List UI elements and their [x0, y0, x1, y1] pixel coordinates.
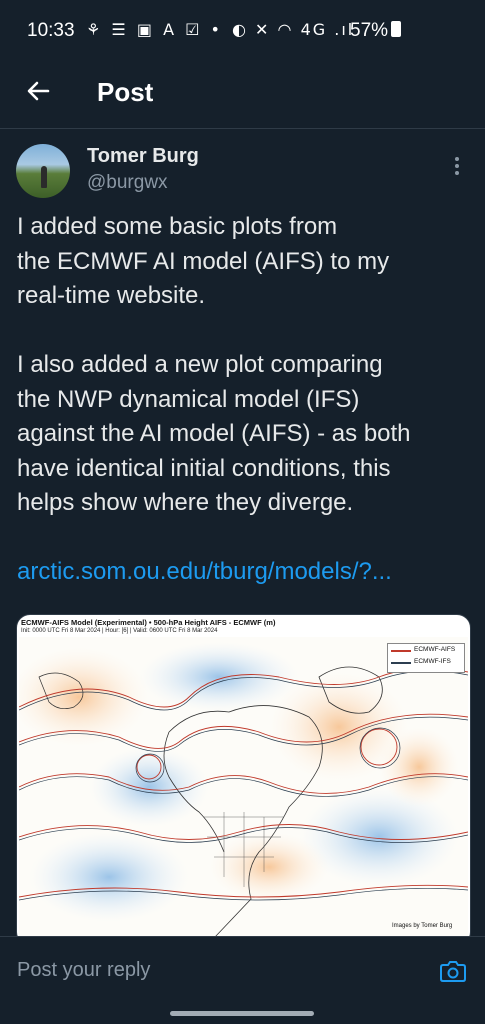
image-credit: Images by Tomer Burg — [392, 923, 453, 929]
height-map — [19, 637, 468, 945]
reply-input[interactable]: Post your reply — [17, 959, 150, 982]
back-button[interactable] — [22, 74, 56, 108]
legend-label: ECMWF-AIFS — [414, 646, 456, 653]
status-time: 10:33 — [27, 20, 75, 41]
chart-legend: ECMWF-AIFS ECMWF-IFS — [387, 643, 465, 673]
camera-button[interactable] — [440, 959, 466, 983]
top-bar: Post — [0, 60, 485, 129]
legend-label: ECMWF-IFS — [414, 658, 451, 665]
status-bar: 10:33 ⚘ ☰ ▣ A ☑ • ◐ ✕ ◠ 4G .ıl 57% — [0, 0, 485, 60]
avatar[interactable] — [16, 144, 70, 198]
post-media[interactable]: ECMWF-AIFS Model (Experimental) • 500-hP… — [16, 614, 471, 946]
post-link[interactable]: arctic.som.ou.edu/tburg/models/?... — [17, 558, 392, 586]
reply-bar: Post your reply — [0, 936, 485, 1011]
media-title: ECMWF-AIFS Model (Experimental) • 500-hP… — [21, 618, 276, 627]
legend-item-aifs: ECMWF-AIFS — [388, 644, 464, 656]
more-dot-icon — [455, 157, 459, 161]
screen: 10:33 ⚘ ☰ ▣ A ☑ • ◐ ✕ ◠ 4G .ıl 57% Post … — [0, 0, 485, 1024]
avatar-figure — [41, 166, 47, 188]
arrow-left-icon — [27, 81, 50, 101]
more-dot-icon — [455, 171, 459, 175]
battery-percent: 57% — [350, 20, 389, 41]
author-handle[interactable]: @burgwx — [87, 172, 168, 194]
legend-item-ifs: ECMWF-IFS — [388, 656, 464, 668]
notification-icons: ⚘ ☰ ▣ A ☑ • — [86, 20, 223, 39]
battery-icon — [391, 21, 402, 37]
legend-swatch — [391, 650, 411, 652]
battery-indicator: 57% — [350, 20, 402, 42]
more-options-button[interactable] — [448, 155, 466, 179]
more-dot-icon — [455, 164, 459, 168]
legend-swatch — [391, 662, 411, 664]
page-title: Post — [97, 77, 154, 107]
system-icons: ◐ ✕ ◠ 4G .ıl — [232, 20, 355, 39]
camera-icon — [440, 961, 466, 982]
home-indicator[interactable] — [170, 1011, 314, 1016]
post-text: I added some basic plots from the ECMWF … — [17, 213, 411, 516]
author-name[interactable]: Tomer Burg — [87, 145, 199, 168]
media-subtitle: Init: 0000 UTC Fri 8 Mar 2024 | Hour: [6… — [21, 628, 218, 634]
